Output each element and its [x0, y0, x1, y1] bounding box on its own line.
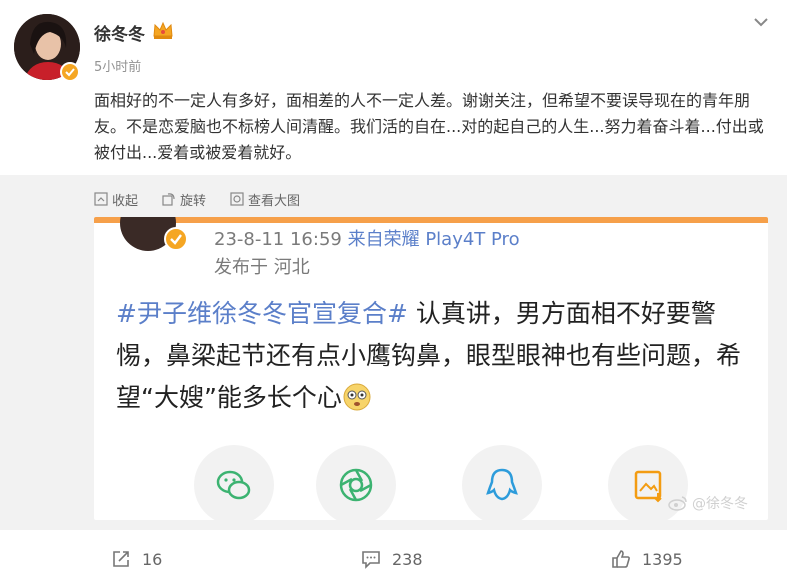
post-text: 面相好的不一定人有多好，面相差的人不一定人差。谢谢关注，但希望不要误导现在的青年…: [94, 91, 764, 162]
collapse-button[interactable]: 收起: [94, 189, 138, 209]
embedded-verified-icon: [164, 227, 188, 251]
post-header: 徐冬冬 5小时前: [0, 0, 787, 84]
embedded-meta-time: 23-8-11 16:59 来自荣耀 Play4T Pro: [214, 225, 520, 251]
repost-count: 16: [142, 549, 163, 569]
image-top-accent: [94, 217, 768, 223]
chevron-down-icon[interactable]: [747, 10, 775, 34]
repost-button[interactable]: 16: [110, 548, 162, 570]
username[interactable]: 徐冬冬: [94, 20, 145, 45]
repost-icon: [113, 551, 129, 567]
share-icons-row: [94, 445, 768, 520]
embedded-time: 23-8-11 16:59: [214, 229, 342, 250]
rotate-button[interactable]: 旋转: [162, 189, 206, 209]
rotate-icon: [162, 193, 175, 206]
watermark-text: @徐冬冬: [692, 496, 748, 512]
embedded-source: 来自荣耀 Play4T Pro: [347, 229, 520, 250]
comment-count: 238: [392, 549, 423, 569]
verified-badge-icon: [60, 62, 80, 82]
like-button[interactable]: 1395: [610, 548, 683, 570]
collapse-icon: [94, 192, 108, 206]
thumbs-up-icon: [612, 550, 630, 568]
embedded-hashtag: #尹子维徐冬冬官宣复合#: [116, 299, 408, 328]
moments-icon: [316, 445, 396, 520]
crown-icon: [152, 20, 174, 40]
embedded-text: #尹子维徐冬冬官宣复合# 认真讲，男方面相不好要警惕，鼻梁起节还有点小鹰钩鼻，眼…: [116, 293, 756, 419]
comment-button[interactable]: 238: [360, 548, 423, 570]
like-count: 1395: [642, 549, 683, 569]
embedded-location: 发布于 河北: [214, 257, 310, 278]
weibo-watermark: @徐冬冬: [668, 493, 748, 513]
post-time[interactable]: 5小时前: [94, 56, 141, 75]
rotate-label: 旋转: [180, 193, 207, 209]
weibo-logo-icon: [668, 496, 687, 511]
media-toolbar: 收起 旋转 查看大图: [94, 189, 300, 209]
zoom-image-icon: [230, 192, 244, 206]
shocked-emoji-icon: [343, 383, 371, 411]
embedded-screenshot[interactable]: 23-8-11 16:59 来自荣耀 Play4T Pro 发布于 河北 #尹子…: [94, 217, 768, 520]
collapse-label: 收起: [112, 193, 139, 209]
wechat-icon: [194, 445, 274, 520]
qq-icon: [462, 445, 542, 520]
media-container: 收起 旋转 查看大图 23-8-11 16:59 来自荣耀 Play4T Pro…: [0, 175, 787, 530]
view-large-label: 查看大图: [248, 193, 301, 209]
view-large-button[interactable]: 查看大图: [230, 189, 300, 209]
comment-icon: [362, 551, 380, 569]
action-bar: 16 238 1395: [0, 538, 787, 582]
